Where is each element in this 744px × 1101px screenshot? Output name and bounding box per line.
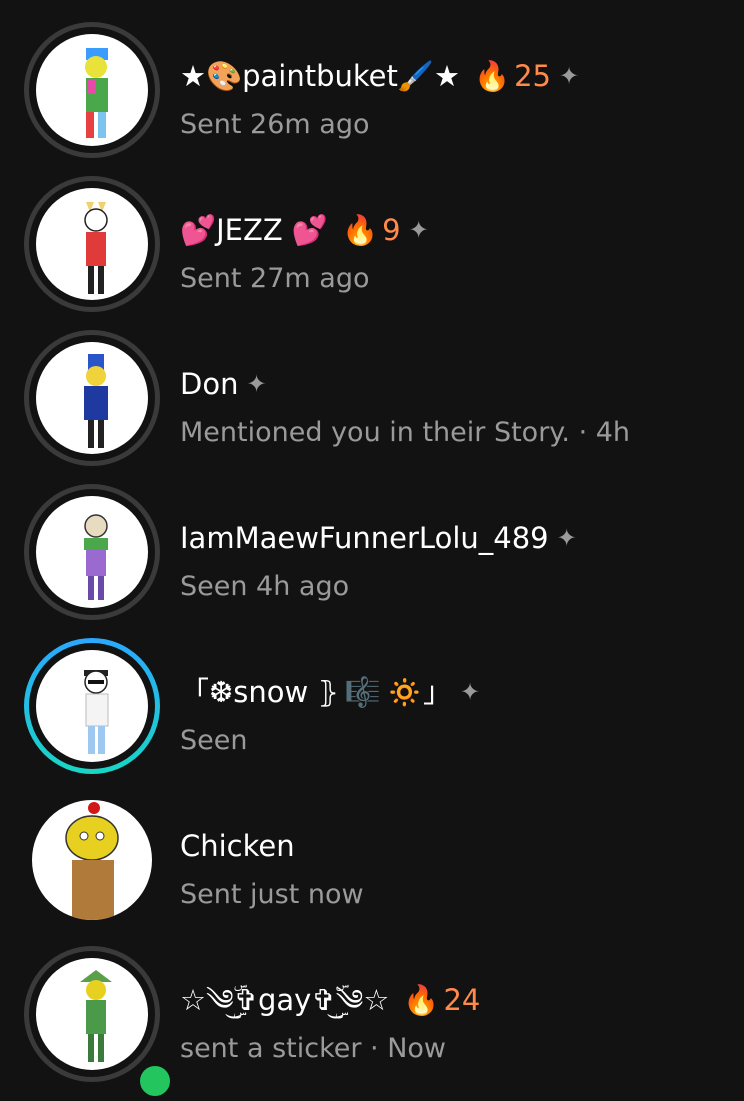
chat-name-line: IamMaewFunnerLolu_489 ✦	[180, 518, 577, 558]
chat-row-snow[interactable]: 「❆snow ⦄ 🎼 🔅」 ✦ Seen	[0, 632, 744, 786]
streak-count: 24	[443, 983, 481, 1017]
avatar	[36, 34, 148, 146]
chat-row-iammaew[interactable]: IamMaewFunnerLolu_489 ✦ Seen 4h ago	[0, 478, 744, 632]
streak-count: 9	[382, 213, 401, 247]
chat-row-chicken[interactable]: Chicken Sent just now	[0, 786, 744, 940]
chat-name-line: ★🎨paintbuket🖌️★ 🔥 25 ✦	[180, 56, 579, 96]
fire-icon: 🔥	[403, 983, 440, 1017]
chat-name-line: 「❆snow ⦄ 🎼 🔅」 ✦	[180, 672, 480, 712]
chat-status: Sent just now	[180, 879, 364, 910]
chat-status: Sent 27m ago	[180, 263, 370, 294]
pin-icon: ✦	[408, 216, 429, 244]
streak-badge: 🔥 9	[342, 210, 401, 250]
avatar	[36, 650, 148, 762]
chat-name: Chicken	[180, 829, 295, 863]
chat-name-line: ☆༄ۣۜ͜✞gay✞ۣۜ͜༄☆ 🔥 24	[180, 980, 480, 1020]
story-ring[interactable]	[24, 638, 160, 774]
pin-icon: ✦	[459, 678, 481, 706]
streak-badge: 🔥 24	[403, 980, 480, 1020]
avatar-ring[interactable]	[24, 22, 160, 158]
online-indicator	[135, 1061, 175, 1101]
pin-icon: ✦	[246, 370, 267, 398]
chat-row-don[interactable]: Don ✦ Mentioned you in their Story. · 4h	[0, 324, 744, 478]
avatar	[36, 496, 148, 608]
pin-icon: ✦	[556, 524, 577, 552]
chat-name: ☆༄ۣۜ͜✞gay✞ۣۜ͜༄☆	[180, 983, 390, 1017]
chat-status: sent a sticker · Now	[180, 1033, 447, 1064]
avatar	[36, 958, 148, 1070]
chat-name-line: 💕JEZZ 💕 🔥 9 ✦	[180, 210, 429, 250]
chat-name-suffix: 🔅」	[386, 675, 452, 709]
avatar-ring[interactable]	[24, 330, 160, 466]
fire-icon: 🔥	[473, 59, 511, 93]
chat-name: 「❆snow ⦄	[180, 675, 339, 709]
chat-name: Don	[180, 367, 239, 401]
chat-name: 💕JEZZ 💕	[180, 213, 329, 247]
chat-name: IamMaewFunnerLolu_489	[180, 521, 549, 555]
avatar	[36, 188, 148, 300]
music-icon: 🎼	[344, 675, 381, 709]
avatar-ring[interactable]	[24, 946, 175, 1101]
streak-count: 25	[514, 59, 551, 93]
chat-status: Sent 26m ago	[180, 109, 370, 140]
chat-row-paintbuket[interactable]: ★🎨paintbuket🖌️★ 🔥 25 ✦ Sent 26m ago	[0, 16, 744, 170]
chat-row-gay[interactable]: ☆༄ۣۜ͜✞gay✞ۣۜ͜༄☆ 🔥 24 sent a sticker · No…	[0, 940, 744, 1101]
chat-name: ★🎨paintbuket🖌️★	[180, 59, 460, 93]
chat-status: Seen	[180, 725, 248, 756]
avatar-ring[interactable]	[24, 484, 160, 620]
chat-status: Seen 4h ago	[180, 571, 350, 602]
pin-icon: ✦	[558, 62, 580, 90]
chat-status: Mentioned you in their Story. · 4h	[180, 417, 631, 448]
streak-badge: 🔥 25	[474, 56, 551, 96]
chat-name-line: Don ✦	[180, 364, 267, 404]
chat-name-line: Chicken	[180, 826, 295, 866]
avatar-container[interactable]	[24, 792, 160, 928]
avatar	[36, 342, 148, 454]
avatar-ring[interactable]	[24, 176, 160, 312]
avatar	[32, 800, 152, 920]
chat-row-jezz[interactable]: 💕JEZZ 💕 🔥 9 ✦ Sent 27m ago	[0, 170, 744, 324]
fire-icon: 🔥	[342, 213, 379, 247]
